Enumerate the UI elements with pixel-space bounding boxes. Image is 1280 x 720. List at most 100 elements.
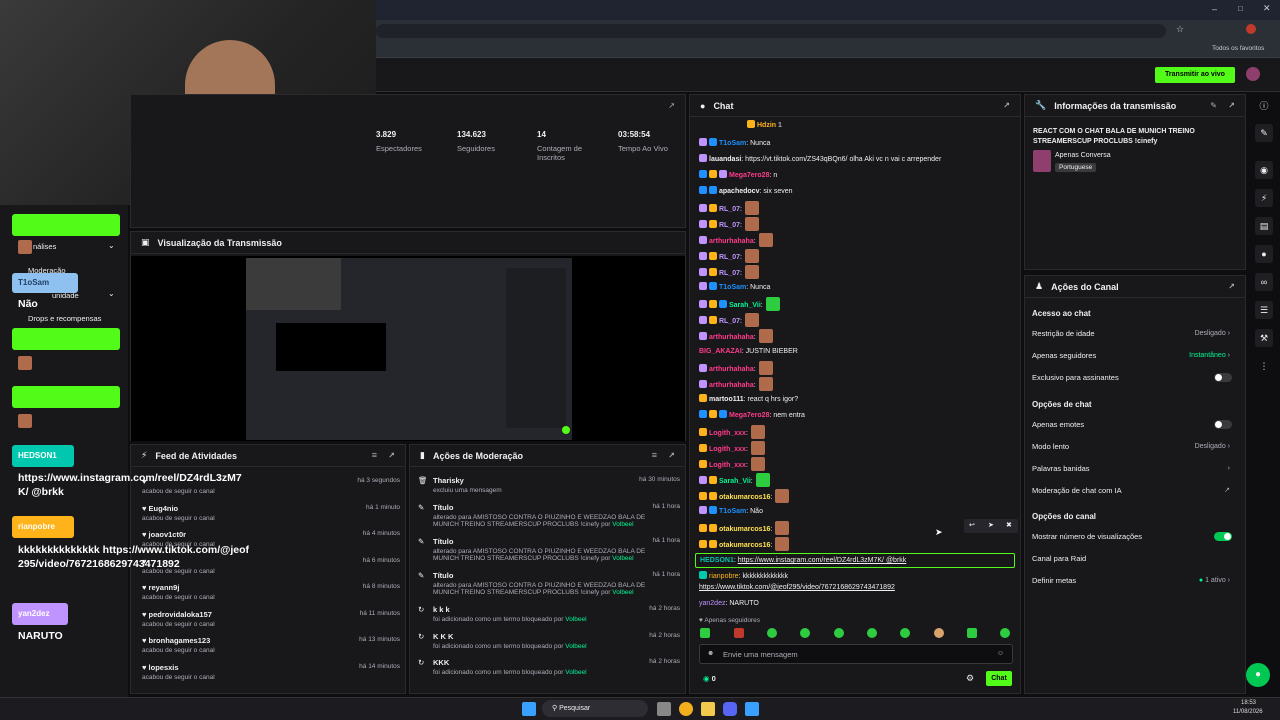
- emote-icon[interactable]: [1000, 628, 1010, 638]
- emote-icon[interactable]: [900, 628, 910, 638]
- taskbar-search[interactable]: ⚲ Pesquisar: [542, 700, 648, 717]
- chat-message[interactable]: Logith_xxx:: [699, 441, 765, 455]
- chat-username[interactable]: arthurhahaha: [709, 334, 754, 341]
- all-bookmarks[interactable]: Todos os favoritos: [1212, 45, 1264, 52]
- chat-message[interactable]: arthurhahaha:: [699, 361, 773, 375]
- chat-username[interactable]: Sarah_Vii: [719, 478, 751, 485]
- chevron-down-icon[interactable]: ⌄: [108, 289, 115, 298]
- folder-icon[interactable]: [701, 702, 715, 716]
- chat-message[interactable]: martoo111: react q hrs igor?: [699, 393, 798, 407]
- chat-username[interactable]: Mega7ero28: [729, 412, 769, 419]
- server-icon[interactable]: ☰: [1255, 301, 1273, 319]
- chat-message[interactable]: otakumarcos16:: [699, 521, 790, 535]
- windows-start-icon[interactable]: [522, 702, 536, 716]
- chat-message[interactable]: Logith_xxx:: [699, 457, 765, 471]
- popout-icon[interactable]: ↗: [668, 451, 675, 460]
- chat-message[interactable]: Mega7ero28: nem entra: [699, 409, 805, 423]
- chat-username[interactable]: Mega7ero28: [729, 172, 769, 179]
- app-icon[interactable]: [745, 702, 759, 716]
- chat-message[interactable]: Sarah_Vii:: [699, 297, 780, 311]
- chat-username[interactable]: RL_07: [719, 206, 740, 213]
- address-bar[interactable]: [376, 24, 1166, 38]
- popout-icon[interactable]: ↗: [1228, 101, 1235, 110]
- subs-only-row[interactable]: Exclusivo para assinantes: [1032, 371, 1238, 385]
- emotes-only-toggle[interactable]: [1214, 420, 1232, 429]
- edit-icon[interactable]: ✎: [1210, 101, 1217, 110]
- emote-icon[interactable]: [967, 628, 977, 638]
- age-restriction-row[interactable]: Restrição de idade Desligado ›: [1032, 327, 1238, 341]
- chat-message[interactable]: lauandasi: https://vt.tiktok.com/ZS43qBQ…: [699, 153, 941, 167]
- filter-icon[interactable]: ≡: [652, 450, 657, 460]
- chat-message[interactable]: yan2dez: NARUTO: [699, 597, 759, 611]
- chat-username[interactable]: arthurhahaha: [709, 382, 754, 389]
- show-views-row[interactable]: Mostrar número de visualizações: [1032, 530, 1238, 544]
- maximize-icon[interactable]: □: [1238, 4, 1243, 13]
- chat-message[interactable]: T1oSam: Nunca: [699, 281, 770, 295]
- go-live-button[interactable]: Transmitir ao vivo: [1155, 67, 1235, 83]
- user-avatar[interactable]: [1246, 67, 1260, 81]
- popout-icon[interactable]: ↗: [668, 101, 675, 110]
- chat-username[interactable]: Logith_xxx: [709, 462, 746, 469]
- chat-username[interactable]: martoo111: [709, 396, 744, 403]
- chat-icon[interactable]: ●: [1255, 245, 1273, 263]
- send-chat-button[interactable]: Chat: [986, 671, 1012, 686]
- emote-icon[interactable]: [767, 628, 777, 638]
- banned-words-row[interactable]: Palavras banidas ›: [1032, 462, 1238, 476]
- chat-message[interactable]: arthurhahaha:: [699, 377, 773, 391]
- discord-icon[interactable]: [723, 702, 737, 716]
- chat-username[interactable]: Logith_xxx: [709, 430, 746, 437]
- chat-message[interactable]: arthurhahaha:: [699, 233, 773, 247]
- chat-username[interactable]: T1oSam: [719, 140, 746, 147]
- chat-message[interactable]: RL_07:: [699, 265, 759, 279]
- reply-icon[interactable]: ↩: [969, 521, 975, 529]
- wrench-icon[interactable]: ⚒: [1255, 329, 1273, 347]
- chat-username[interactable]: apachedocv: [719, 188, 759, 195]
- chat-username[interactable]: Sarah_Vii: [729, 302, 761, 309]
- chat-message[interactable]: RL_07:: [699, 249, 759, 263]
- chat-link[interactable]: https://www.tiktok.com/@jeof295/video/76…: [699, 581, 895, 595]
- dots-icon[interactable]: ⋮: [1255, 357, 1273, 375]
- category-name[interactable]: Apenas Conversa: [1055, 152, 1111, 159]
- chat-username[interactable]: arthurhahaha: [709, 366, 754, 373]
- popout-icon[interactable]: ↗: [1228, 282, 1235, 291]
- chat-message[interactable]: T1oSam: Nunca: [699, 137, 770, 151]
- chrome-icon[interactable]: [679, 702, 693, 716]
- chat-message[interactable]: arthurhahaha:: [699, 329, 773, 343]
- kicks-count[interactable]: ◉ 0: [703, 674, 716, 683]
- profile-avatar[interactable]: [1246, 24, 1256, 34]
- subs-only-toggle[interactable]: [1214, 373, 1232, 382]
- help-chat-icon[interactable]: ●: [1246, 663, 1270, 687]
- chat-message[interactable]: Logith_xxx:: [699, 425, 765, 439]
- highlighted-message[interactable]: HEDSON1: https://www.instagram.com/reel/…: [695, 553, 1015, 568]
- chat-username[interactable]: RL_07: [719, 318, 740, 325]
- preview-video[interactable]: [246, 258, 572, 440]
- chat-message[interactable]: apachedocv: six seven: [699, 185, 793, 199]
- chat-username[interactable]: T1oSam: [719, 508, 746, 515]
- delete-icon[interactable]: ✖: [1006, 521, 1012, 529]
- clipboard-icon[interactable]: ▤: [1255, 217, 1273, 235]
- emote-icon[interactable]: [934, 628, 944, 638]
- star-icon[interactable]: ☆: [1176, 24, 1184, 35]
- chat-message[interactable]: RL_07:: [699, 201, 759, 215]
- chat-message[interactable]: BIG_AKAZAI: JUSTIN BIEBER: [699, 345, 798, 359]
- emoji-icon[interactable]: ☺: [997, 650, 1004, 657]
- chat-username[interactable]: RL_07: [719, 270, 740, 277]
- goals-row[interactable]: Definir metas ● 1 ativo ›: [1032, 574, 1238, 588]
- chat-username[interactable]: lauandasi: [709, 156, 741, 163]
- emote-icon[interactable]: [800, 628, 810, 638]
- smile-icon[interactable]: ☻: [707, 650, 714, 657]
- emote-icon[interactable]: [834, 628, 844, 638]
- close-icon[interactable]: ✕: [1263, 3, 1271, 14]
- chat-message[interactable]: Sarah_Vii:: [699, 473, 770, 487]
- pin-icon[interactable]: ➤: [988, 521, 994, 529]
- ai-moderation-row[interactable]: Moderação de chat com IA ↗: [1032, 484, 1238, 498]
- chat-username[interactable]: RL_07: [719, 222, 740, 229]
- chat-username[interactable]: otakumarcos16: [719, 542, 770, 549]
- emote-icon[interactable]: [867, 628, 877, 638]
- bolt-icon[interactable]: ⚡: [1255, 189, 1273, 207]
- chat-message[interactable]: otakumarcos16:: [699, 537, 790, 551]
- info-icon[interactable]: ⓘ: [1255, 97, 1273, 115]
- show-views-toggle[interactable]: [1214, 532, 1232, 541]
- emote-icon[interactable]: [700, 628, 710, 638]
- popout-icon[interactable]: ↗: [1003, 101, 1010, 110]
